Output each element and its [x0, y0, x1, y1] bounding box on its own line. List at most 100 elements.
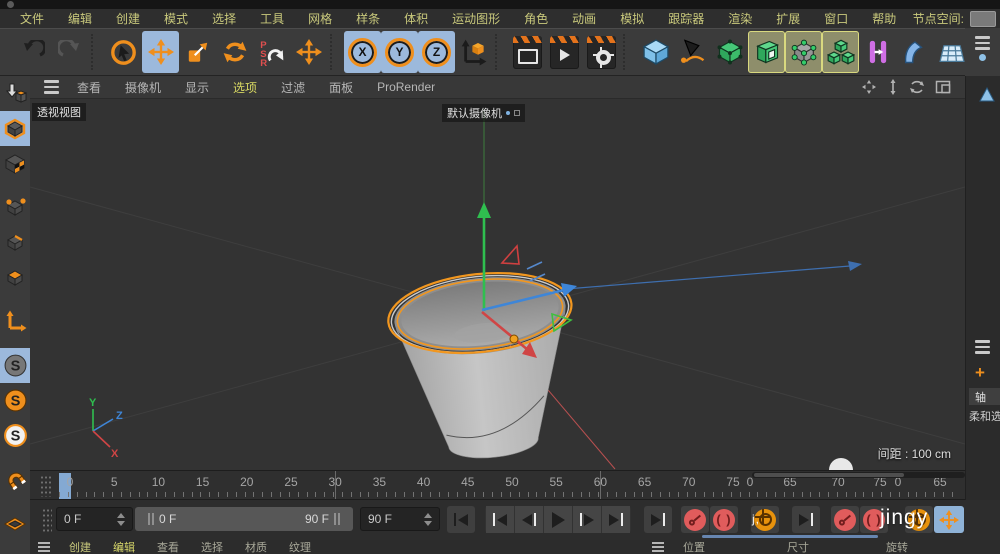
menu-create[interactable]: 创建	[104, 10, 152, 27]
menu-mograph[interactable]: 运动图形	[440, 10, 512, 27]
viewport-solo-off-button[interactable]: S	[0, 348, 30, 383]
goto-end-button[interactable]	[644, 506, 672, 533]
zoom-view-icon[interactable]	[887, 79, 899, 95]
right-toolbar-menu[interactable]	[975, 36, 990, 50]
play-button[interactable]	[544, 506, 572, 533]
menu-tracker[interactable]: 跟踪器	[656, 10, 716, 27]
vp-menu-filter[interactable]: 过滤	[269, 79, 317, 96]
vp-menu-panel[interactable]: 面板	[317, 79, 365, 96]
end-frame-field[interactable]: 90 F	[360, 507, 440, 531]
node-space-button[interactable]	[970, 11, 996, 27]
last-tool-button[interactable]	[290, 31, 327, 73]
mat-menu-edit[interactable]: 编辑	[102, 540, 146, 554]
menu-extensions[interactable]: 扩展	[764, 10, 812, 27]
cone-object-icon[interactable]	[978, 86, 996, 104]
snap-button[interactable]	[0, 462, 30, 497]
workplane-button[interactable]	[0, 506, 30, 541]
render-settings-button[interactable]	[583, 31, 620, 73]
menu-spline[interactable]: 样条	[344, 10, 392, 27]
menu-animate[interactable]: 动画	[560, 10, 608, 27]
menu-file[interactable]: 文件	[8, 10, 56, 27]
mat-menu-create[interactable]: 创建	[58, 540, 102, 554]
vp-menu-options[interactable]: 选项	[221, 79, 269, 96]
move-tool-shortcut-button[interactable]	[934, 506, 964, 533]
mat-menu-material[interactable]: 材质	[234, 540, 278, 554]
deformer-button[interactable]	[896, 31, 933, 73]
ruler-grip[interactable]	[40, 475, 52, 497]
menu-mesh[interactable]: 网格	[296, 10, 344, 27]
menu-help[interactable]: 帮助	[860, 10, 908, 27]
mat-menu-texture[interactable]: 纹理	[278, 540, 322, 554]
enable-axis-button[interactable]	[0, 304, 30, 339]
texture-mode-button[interactable]	[0, 146, 30, 181]
spline-pen-button[interactable]	[674, 31, 711, 73]
menu-character[interactable]: 角色	[512, 10, 560, 27]
primitive-cube-button[interactable]	[637, 31, 674, 73]
next-key-button[interactable]	[602, 506, 630, 533]
redo-button[interactable]	[51, 31, 88, 73]
range-right-grip[interactable]	[334, 513, 340, 525]
perspective-viewport[interactable]: 透视视图 默认摄像机 Y Z X 间距 : 100 cm	[30, 99, 965, 470]
autokey-button[interactable]: ( )	[710, 506, 738, 533]
vp-menu-cameras[interactable]: 摄像机	[113, 79, 173, 96]
menu-volume[interactable]: 体积	[392, 10, 440, 27]
rotate-view-icon[interactable]	[909, 79, 925, 95]
render-picture-viewer-button[interactable]	[546, 31, 583, 73]
vp-menu-display[interactable]: 显示	[173, 79, 221, 96]
live-selection-button[interactable]	[105, 31, 142, 73]
field-button[interactable]	[859, 31, 896, 73]
transport-grip[interactable]	[42, 508, 52, 532]
timeline-scrollbar[interactable]	[752, 472, 965, 478]
menu-select[interactable]: 选择	[200, 10, 248, 27]
mat-menu-select[interactable]: 选择	[190, 540, 234, 554]
pan-view-icon[interactable]	[861, 79, 877, 95]
viewport-solo-single-button[interactable]: S	[0, 383, 30, 418]
range-left-grip[interactable]	[148, 513, 154, 525]
camera-label[interactable]: 默认摄像机	[442, 104, 525, 122]
viewport-solo-hierarchy-button[interactable]: S	[0, 418, 30, 453]
polygon-mode-button[interactable]	[0, 260, 30, 295]
mat-menu-view[interactable]: 查看	[146, 540, 190, 554]
menu-render[interactable]: 渲染	[716, 10, 764, 27]
make-editable-button[interactable]	[0, 76, 30, 111]
lock-x-axis-button[interactable]: X	[344, 31, 381, 73]
menu-edit[interactable]: 编辑	[56, 10, 104, 27]
vp-menu-prorender[interactable]: ProRender	[365, 80, 447, 94]
frame-range-slider[interactable]: 0 F 90 F	[135, 507, 353, 531]
array-button[interactable]	[822, 31, 859, 73]
viewport-menu-hamburger[interactable]	[44, 80, 59, 94]
points-mode-button[interactable]	[0, 190, 30, 225]
menu-mode[interactable]: 模式	[152, 10, 200, 27]
menu-window[interactable]: 窗口	[812, 10, 860, 27]
goto-start-button[interactable]	[447, 506, 475, 533]
bevel-cube-button[interactable]	[748, 31, 785, 73]
materials-menu-hamburger[interactable]	[38, 542, 50, 552]
vp-menu-view[interactable]: 查看	[65, 79, 113, 96]
undo-button[interactable]	[14, 31, 51, 73]
current-frame-field[interactable]: 0 F	[56, 507, 133, 531]
coordinate-system-button[interactable]	[455, 31, 492, 73]
psr-reset-button[interactable]: P S R	[253, 31, 290, 73]
add-button[interactable]: +	[975, 364, 985, 381]
subdivision-surface-button[interactable]	[711, 31, 748, 73]
tab-axis[interactable]: 轴	[969, 388, 1000, 405]
model-mode-button[interactable]	[0, 111, 30, 146]
previous-frame-button[interactable]	[515, 506, 543, 533]
edge-mode-button[interactable]	[0, 225, 30, 260]
coords-menu-hamburger[interactable]	[652, 542, 664, 552]
menu-simulate[interactable]: 模拟	[608, 10, 656, 27]
goto-end-button-glitch[interactable]	[792, 506, 820, 533]
lock-y-axis-button[interactable]: Y	[381, 31, 418, 73]
right-panel-menu[interactable]	[975, 340, 990, 354]
frame-spinner[interactable]	[416, 513, 432, 526]
tab-soft-selection[interactable]: 柔和选	[969, 407, 1000, 424]
move-tool-button[interactable]	[142, 31, 179, 73]
timeline-ruler[interactable]: 0510152025303540455055606570750657075065	[30, 470, 965, 500]
render-view-button[interactable]	[509, 31, 546, 73]
rotate-tool-button[interactable]	[216, 31, 253, 73]
next-frame-button[interactable]	[573, 506, 601, 533]
menu-tools[interactable]: 工具	[248, 10, 296, 27]
record-keyframe-button[interactable]	[681, 506, 709, 533]
previous-key-button[interactable]	[486, 506, 514, 533]
scale-tool-button[interactable]	[179, 31, 216, 73]
